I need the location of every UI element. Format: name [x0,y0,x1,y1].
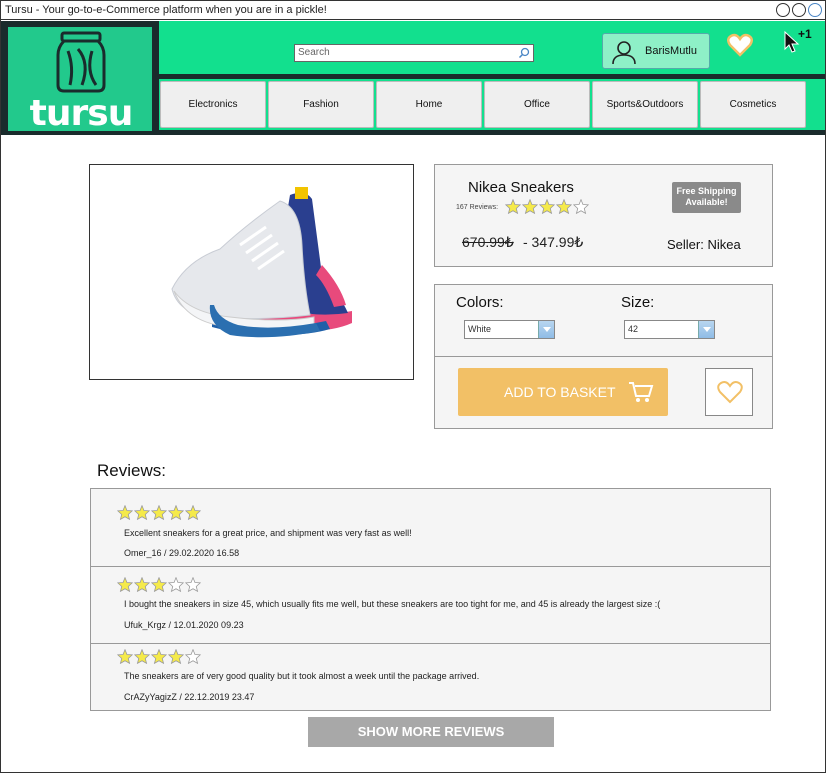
nav-item-office[interactable]: Office [484,81,590,128]
star-filled-icon [117,649,133,664]
category-nav: Electronics Fashion Home Office Sports&O… [159,79,825,130]
review-text: Excellent sneakers for a great price, an… [124,528,412,538]
review-item: Excellent sneakers for a great price, an… [90,488,771,567]
cart-count-badge: +1 [798,27,812,41]
star-filled-icon [505,199,521,214]
product-options-panel: Colors: White Size: 42 [434,284,773,357]
old-price: 670.99₺ [462,234,514,250]
review-rating-stars [117,649,201,664]
star-filled-icon [134,649,150,664]
star-filled-icon [151,505,167,520]
minimize-button[interactable] [776,3,790,17]
size-label: Size: [621,294,655,311]
site-header: tursu Search BarisMutlu +1 Electronics F… [1,21,825,135]
color-select-value: White [468,324,492,334]
free-shipping-badge: Free Shipping Available! [672,182,741,213]
pickle-jar-icon [56,31,106,93]
logo-text: tursu [29,93,134,134]
search-icon[interactable] [518,47,530,59]
favorites-heart-icon[interactable] [727,33,753,57]
review-rating-stars [117,505,201,520]
chevron-down-icon[interactable] [538,321,554,338]
window-controls [776,3,822,17]
nav-item-fashion[interactable]: Fashion [268,81,374,128]
user-name: BarisMutlu [645,45,697,57]
search-placeholder: Search [298,47,330,58]
star-filled-icon [539,199,555,214]
star-filled-icon [556,199,572,214]
top-bar: Search BarisMutlu +1 [159,21,825,74]
app-window: Tursu - Your go-to-e-Commerce platform w… [0,0,826,773]
nav-item-sports-outdoors[interactable]: Sports&Outdoors [592,81,698,128]
star-filled-icon [151,649,167,664]
star-empty-icon [185,577,201,592]
shopping-cart-icon [629,382,654,402]
nav-item-electronics[interactable]: Electronics [160,81,266,128]
heart-icon [717,381,743,404]
review-item: The sneakers are of very good quality bu… [90,643,771,711]
review-count[interactable]: 167 Reviews: [456,204,498,211]
star-filled-icon [522,199,538,214]
star-filled-icon [117,577,133,592]
color-select[interactable]: White [464,320,555,339]
review-author: CrAZyYagizZ / 22.12.2019 23.47 [124,692,255,702]
seller-label[interactable]: Seller: Nikea [667,237,741,252]
product-image[interactable] [89,164,414,380]
star-filled-icon [151,577,167,592]
chevron-down-icon[interactable] [698,321,714,338]
show-more-reviews-button[interactable]: SHOW MORE REVIEWS [308,717,554,747]
logo[interactable]: tursu [7,26,153,134]
star-empty-icon [168,577,184,592]
title-bar: Tursu - Your go-to-e-Commerce platform w… [1,1,825,20]
add-to-favorites-button[interactable] [705,368,753,416]
star-filled-icon [168,649,184,664]
window-title: Tursu - Your go-to-e-Commerce platform w… [5,4,327,16]
add-to-basket-button[interactable]: ADD TO BASKET [458,368,668,416]
nav-item-home[interactable]: Home [376,81,482,128]
star-filled-icon [117,505,133,520]
review-text: The sneakers are of very good quality bu… [124,671,480,681]
size-select[interactable]: 42 [624,320,715,339]
size-select-value: 42 [628,324,639,334]
star-empty-icon [573,199,589,214]
add-to-basket-label: ADD TO BASKET [504,384,616,400]
review-text: I bought the sneakers in size 45, which … [124,599,661,609]
sneaker-image [171,187,352,338]
product-name: Nikea Sneakers [468,179,574,196]
star-filled-icon [134,505,150,520]
review-author: Ufuk_Krgz / 12.01.2020 09.23 [124,620,244,630]
reviews-heading: Reviews: [97,461,166,480]
user-icon [612,41,636,65]
review-rating-stars [117,577,201,592]
star-filled-icon [185,505,201,520]
user-account-button[interactable]: BarisMutlu [602,33,710,69]
purchase-panel: ADD TO BASKET [434,356,773,429]
search-input[interactable]: Search [294,44,534,62]
star-filled-icon [134,577,150,592]
nav-item-cosmetics[interactable]: Cosmetics [700,81,806,128]
close-button[interactable] [808,3,822,17]
review-item: I bought the sneakers in size 45, which … [90,566,771,644]
colors-label: Colors: [456,294,504,311]
new-price: - 347.99₺ [523,234,584,250]
star-empty-icon [185,649,201,664]
review-author: Omer_16 / 29.02.2020 16.58 [124,548,240,558]
product-info-panel: Nikea Sneakers 167 Reviews: Free Shippin… [434,164,773,267]
product-rating-stars [505,199,589,214]
star-filled-icon [168,505,184,520]
maximize-button[interactable] [792,3,806,17]
